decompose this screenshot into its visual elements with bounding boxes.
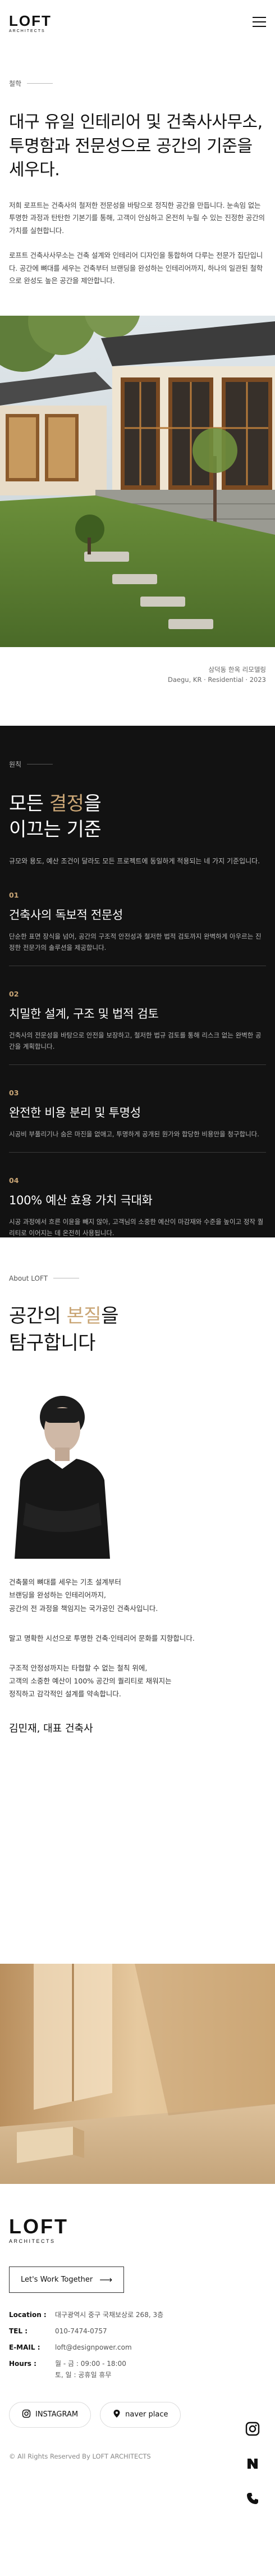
lets-work-together-button[interactable]: Let's Work Together ⟶ xyxy=(9,2266,125,2293)
about-title: 공간의 본질을 탐구합니다 xyxy=(9,1303,266,1357)
principle-desc: 단순한 표면 장식을 넘어, 공간의 구조적 안전성과 철저한 법적 검토까지 … xyxy=(9,932,262,952)
principle-title: 건축사의 독보적 전문성 xyxy=(9,908,123,922)
principles-lead: 규모와 용도, 예산 조건이 달라도 모든 프로젝트에 동일하게 적용되는 네 … xyxy=(9,857,260,865)
principle-number: 01 xyxy=(9,890,19,899)
about-paragraph: 건축물의 뼈대를 세우는 기초 설계부터 브랜딩을 완성하는 인테리어까지, 공… xyxy=(9,1578,158,1613)
footer-logo[interactable]: LOFT ARCHITECTS xyxy=(9,2214,266,2244)
button-label: Let's Work Together xyxy=(21,2275,93,2284)
info-key: Location : xyxy=(9,2310,47,2319)
philosophy-paragraph: 저희 로프트는 건축사의 철저한 전문성을 바탕으로 정직한 공간을 만듭니다.… xyxy=(9,201,265,235)
about-paragraph: 말고 명확한 시선으로 투명한 건축·인테리어 문화를 지향합니다. xyxy=(9,1633,195,1642)
architect-signature: 김민재, 대표 건축사 xyxy=(9,1723,93,1735)
section-label-text: 철학 xyxy=(9,80,22,88)
section-label: 원칙 xyxy=(9,759,266,769)
site-footer: LOFT ARCHITECTS Let's Work Together ⟶ Lo… xyxy=(0,2184,275,2504)
social-links: INSTAGRAM naver place xyxy=(9,2401,266,2428)
about-section: About LOFT 공간의 본질을 탐구합니다 건축물의 뼈대를 세우는 기초… xyxy=(0,1237,275,1930)
title-line2: 탐구합니다 xyxy=(9,1332,95,1355)
logo[interactable]: LOFT ARCHITECTS xyxy=(9,13,52,33)
principles-title: 모든 결정을 이끄는 기준 xyxy=(9,791,266,843)
naver-icon[interactable] xyxy=(244,2455,262,2473)
principle-title: 치밀한 설계, 구조 및 법적 검토 xyxy=(9,1007,159,1021)
info-value[interactable]: loft@designpower.com xyxy=(55,2342,132,2353)
section-label-text: About LOFT xyxy=(9,1274,48,1282)
info-value: 월 - 금 : 09:00 - 18:00 토, 일 : 공휴일 휴무 xyxy=(55,2360,126,2379)
philosophy-title: 대구 유일 인테리어 및 건축사사무소, 투명함과 전문성으로 공간의 기준을 … xyxy=(9,112,263,180)
title-accent: 본질 xyxy=(66,1304,102,1327)
arrow-right-icon: ⟶ xyxy=(99,2274,113,2285)
logo-sub-text: ARCHITECTS xyxy=(9,29,45,33)
principle-desc: 건축사의 전문성을 바탕으로 안전을 보장하고, 철저한 법규 검토를 통해 리… xyxy=(9,1031,262,1050)
info-key: Hours : xyxy=(9,2360,36,2368)
photo-caption: 삼덕동 한옥 리모델링 Daegu, KR · Residential · 20… xyxy=(0,647,275,726)
principle-number: 04 xyxy=(9,1176,19,1185)
principle-item: 02 치밀한 설계, 구조 및 법적 검토 건축사의 전문성을 바탕으로 안전을… xyxy=(9,989,266,1066)
title-part: 공간의 xyxy=(9,1304,67,1327)
instagram-label: INSTAGRAM xyxy=(35,2410,79,2419)
principle-item: 01 건축사의 독보적 전문성 단순한 표면 장식을 넘어, 공간의 구조적 안… xyxy=(9,891,266,966)
title-part: 모든 xyxy=(9,792,49,815)
instagram-button[interactable]: INSTAGRAM xyxy=(9,2401,91,2428)
info-row-tel: TEL : 010-7474-0757 xyxy=(9,2326,266,2337)
section-label-text: 원칙 xyxy=(9,760,22,768)
philosophy-paragraph: 로프트 건축사사무소는 건축 설계와 인테리어 디자인을 통합하여 다루는 전문… xyxy=(9,251,263,285)
principle-desc: 시공 과정에서 흐른 이윤을 빼지 않아, 고객님의 소중한 예산이 마감재와 … xyxy=(9,1218,264,1237)
copyright-text: © All Rights Reserved By LOFT ARCHITECTS xyxy=(9,2452,151,2460)
naver-label: naver place xyxy=(125,2410,168,2419)
divider xyxy=(9,1064,266,1066)
info-value[interactable]: 010-7474-0757 xyxy=(55,2326,107,2337)
principle-item: 03 완전한 비용 분리 및 투명성 시공비 부풀리기나 숨은 마진을 없애고,… xyxy=(9,1089,266,1153)
title-accent: 결정 xyxy=(49,792,84,815)
logo-main-text: LOFT xyxy=(9,2214,68,2238)
about-paragraph: 구조적 안정성까지는 타협할 수 없는 철칙 위에, 고객의 소중한 예산이 1… xyxy=(9,1663,172,1699)
floating-quick-links xyxy=(244,2420,262,2507)
info-value: 대구광역시 중구 국채보상로 268, 3층 xyxy=(55,2310,164,2319)
info-key: TEL : xyxy=(9,2327,28,2335)
title-part: 을 xyxy=(84,792,102,815)
site-header: LOFT ARCHITECTS xyxy=(0,0,275,45)
divider xyxy=(9,1152,266,1153)
title-part: 을 xyxy=(101,1304,118,1327)
logo-sub-text: ARCHITECTS xyxy=(9,2238,56,2244)
philosophy-section: 철학 대구 유일 인테리어 및 건축사사무소, 투명함과 전문성으로 공간의 기… xyxy=(0,45,275,288)
architect-portrait xyxy=(9,1379,116,1559)
info-row-location: Location : 대구광역시 중구 국채보상로 268, 3층 xyxy=(9,2310,266,2320)
hamburger-menu-icon[interactable] xyxy=(253,17,266,27)
naver-place-button[interactable]: naver place xyxy=(100,2401,181,2428)
map-pin-icon xyxy=(113,2409,121,2420)
caption-title: 삼덕동 한옥 리모델링 xyxy=(208,665,266,673)
interior-photo xyxy=(0,1963,275,2184)
section-label: 철학 xyxy=(9,79,266,88)
info-row-hours: Hours : 월 - 금 : 09:00 - 18:00 토, 일 : 공휴일… xyxy=(9,2359,266,2380)
section-label: About LOFT xyxy=(9,1275,266,1282)
hanok-photo xyxy=(0,315,275,647)
caption-meta: Daegu, KR · Residential · 2023 xyxy=(168,675,266,684)
logo-main-text: LOFT xyxy=(9,12,52,29)
phone-icon[interactable] xyxy=(244,2489,262,2507)
principle-title: 완전한 비용 분리 및 투명성 xyxy=(9,1106,141,1120)
principle-number: 02 xyxy=(9,989,19,998)
principle-item: 04 100% 예산 효용 가치 극대화 시공 과정에서 흐른 이윤을 빼지 않… xyxy=(9,1176,266,1239)
instagram-icon xyxy=(22,2409,31,2420)
divider xyxy=(27,83,53,84)
principle-number: 03 xyxy=(9,1089,19,1098)
principles-section: 원칙 모든 결정을 이끄는 기준 규모와 용도, 예산 조건이 달라도 모든 프… xyxy=(0,725,275,1239)
title-line2: 이끄는 기준 xyxy=(9,818,102,841)
contact-info: Location : 대구광역시 중구 국채보상로 268, 3층 TEL : … xyxy=(9,2310,266,2381)
principle-desc: 시공비 부풀리기나 숨은 마진을 없애고, 투명하게 공개된 원가와 합당한 비… xyxy=(9,1130,259,1139)
instagram-icon[interactable] xyxy=(244,2420,262,2438)
info-key: E-MAIL : xyxy=(9,2343,40,2352)
info-row-email: E-MAIL : loft@designpower.com xyxy=(9,2342,266,2353)
principle-title: 100% 예산 효용 가치 극대화 xyxy=(9,1194,153,1208)
